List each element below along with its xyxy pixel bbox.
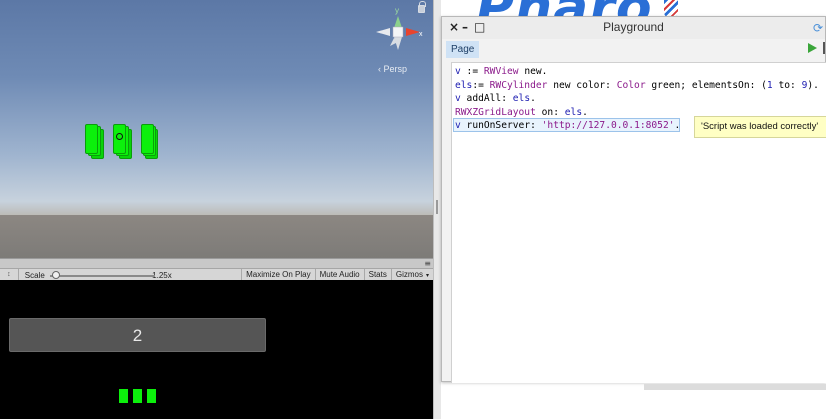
code-token: := [460, 66, 484, 77]
code-token: els [512, 93, 531, 105]
counter-display: 2 [9, 318, 266, 352]
pivot-marker-icon[interactable] [116, 133, 123, 140]
playground-window: × – □ Playground ⟳ Page v := RWView new.… [441, 16, 826, 383]
code-line[interactable]: v addAll: els. [455, 92, 819, 106]
panel-menu-icon[interactable]: ≡ [424, 259, 431, 268]
code-token: on: [535, 106, 565, 118]
cylinder[interactable] [141, 124, 154, 154]
code-editor[interactable]: v := RWView new. els:= RWCylinder new col… [451, 62, 826, 383]
code-token: green; elementsOn: ( [645, 79, 767, 91]
scale-slider-track[interactable] [49, 275, 155, 277]
code-token: Color [616, 79, 646, 91]
code-token: ). [807, 79, 819, 91]
code-token: addAll: [460, 93, 513, 105]
scene-ground [0, 215, 433, 258]
scale-label: Scale [24, 270, 45, 280]
code-token: . [674, 120, 681, 132]
code-token: runOnServer: [460, 120, 542, 132]
code-token: . [530, 93, 536, 105]
gizmo-y-cone[interactable] [394, 16, 402, 28]
playground-title: Playground [603, 20, 664, 34]
scale-slider-knob[interactable] [51, 271, 60, 279]
code-token: new. [518, 66, 548, 77]
code-token: els [455, 79, 473, 91]
cylinder[interactable] [85, 124, 98, 154]
playground-tabbar: Page [442, 39, 825, 59]
gizmo-center-cube[interactable] [392, 26, 404, 38]
mini-cylinder [147, 389, 156, 403]
orientation-gizmo[interactable]: y x [372, 6, 424, 58]
code-token: els [564, 106, 583, 118]
mini-cylinder [119, 389, 128, 403]
mini-cylinder [133, 389, 142, 403]
scale-value: 1.25x [152, 270, 172, 280]
code-token: RWView [483, 66, 519, 77]
playground-titlebar[interactable]: × – □ Playground ⟳ [442, 17, 825, 39]
run-icon[interactable] [808, 43, 817, 53]
gizmos-label: Gizmos [395, 270, 423, 279]
game-view[interactable]: 2 [0, 280, 433, 419]
projection-label[interactable]: ‹ Persp [378, 64, 407, 74]
scene-view[interactable]: y x ‹ Persp [0, 0, 433, 258]
code-token: RWCylinder [489, 79, 548, 91]
code-token: := [472, 79, 490, 91]
code-token: RWXZGridLayout [455, 106, 536, 118]
gizmo-neg-y-cone[interactable] [394, 37, 402, 50]
run-options-icon[interactable] [823, 42, 825, 54]
gizmo-y-label: y [395, 6, 399, 15]
divider-grip[interactable] [436, 200, 438, 214]
tab-page[interactable]: Page [446, 41, 480, 58]
game-view-toolbar: ≡ ↕ Scale 1.25x Maximize On Play Mute Au… [0, 258, 433, 281]
gizmo-x-label: x [419, 31, 423, 38]
gizmo-neg-x-cone[interactable] [376, 28, 390, 36]
result-tooltip: 'Script was loaded correctly' [694, 116, 826, 138]
sync-icon[interactable]: ⟳ [813, 21, 823, 35]
gizmo-x-cone[interactable] [406, 28, 420, 36]
code-token: to: [772, 79, 802, 91]
code-line[interactable]: v := RWView new. [455, 65, 819, 79]
code-token: new color: [547, 79, 617, 91]
pane-divider[interactable] [433, 0, 441, 419]
code-token: . [582, 106, 588, 118]
code-token: 'http://127.0.0.1:8052' [541, 120, 675, 132]
horizontal-scrollbar[interactable] [644, 384, 826, 390]
code-line[interactable]: els:= RWCylinder new color: Color green;… [455, 79, 819, 93]
chevron-down-icon[interactable]: ▾ [426, 273, 429, 279]
